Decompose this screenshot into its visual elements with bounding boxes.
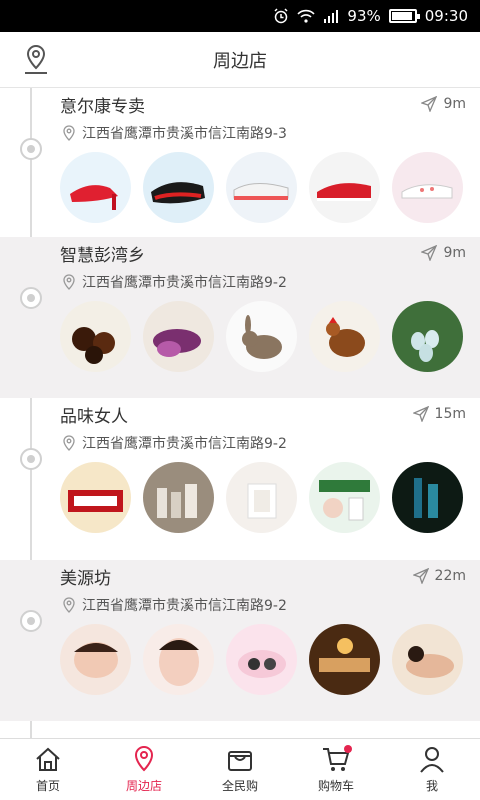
address-text: 江西省鹰潭市贵溪市信江南路9-2 xyxy=(82,436,287,452)
product-photo-rabbit[interactable] xyxy=(226,301,297,372)
product-photo-red-loafers[interactable] xyxy=(309,152,380,223)
product-photo-white-sneakers[interactable] xyxy=(226,152,297,223)
product-photo-bone-patch-poster[interactable] xyxy=(60,462,131,533)
nav-label: 周边店 xyxy=(125,779,162,793)
address: 江西省鹰潭市贵溪市信江南路9-2 xyxy=(62,595,287,615)
battery-percent: 93% xyxy=(347,7,381,25)
paper-plane-icon xyxy=(411,567,429,585)
nav-item-location-pin[interactable]: 周边店 xyxy=(96,739,192,800)
address-text: 江西省鹰潭市贵溪市信江南路9-2 xyxy=(82,598,287,614)
paper-plane-icon xyxy=(411,405,429,423)
address: 江西省鹰潭市贵溪市信江南路9-3 xyxy=(62,123,287,143)
product-photos xyxy=(60,462,463,533)
nav-item-home[interactable]: 首页 xyxy=(0,739,96,800)
product-photo-spa-room[interactable] xyxy=(309,624,380,695)
product-photo-red-high-heel-shoes[interactable] xyxy=(60,152,131,223)
product-photo-spa-stones[interactable] xyxy=(226,624,297,695)
product-photos xyxy=(60,624,463,695)
paper-plane-icon xyxy=(420,95,438,113)
nav-label: 购物车 xyxy=(317,779,354,793)
distance: 9m xyxy=(420,95,466,113)
shopping-bag-icon xyxy=(228,751,252,771)
location-pin-icon xyxy=(62,274,76,290)
shop-name: 意尔康专卖 xyxy=(60,97,145,117)
shop-list[interactable]: 意尔康专卖 9m 江西省鹰潭市贵溪市信江南路9-3 智慧彭湾乡 9m 江西省鹰潭… xyxy=(0,88,480,738)
address: 江西省鹰潭市贵溪市信江南路9-2 xyxy=(62,272,287,292)
bottom-nav: 首页 周边店 全民购 购物车 我 xyxy=(0,738,480,800)
nav-item-person[interactable]: 我 xyxy=(384,739,480,800)
product-photo-woman-face-care[interactable] xyxy=(143,624,214,695)
distance-value: 15m xyxy=(434,406,466,422)
wifi-icon xyxy=(297,9,316,23)
location-pin-icon xyxy=(134,745,154,772)
paper-plane-icon xyxy=(420,244,438,262)
header: 周边店 xyxy=(0,32,480,88)
clock: 09:30 xyxy=(424,7,468,25)
nav-item-shopping-bag[interactable]: 全民购 xyxy=(192,739,288,800)
product-photo-skincare-bottles[interactable] xyxy=(226,462,297,533)
distance: 22m xyxy=(411,567,466,585)
product-photos xyxy=(60,152,463,223)
location-pin-icon xyxy=(62,597,76,613)
product-photo-purple-sweet-potato[interactable] xyxy=(143,301,214,372)
timeline-dot xyxy=(20,287,42,309)
nav-label: 我 xyxy=(425,779,438,793)
cart-badge xyxy=(343,745,352,753)
person-icon xyxy=(420,747,444,773)
status-bar: 93% 09:30 xyxy=(0,0,480,32)
shop-card[interactable]: 意尔康专卖 9m 江西省鹰潭市贵溪市信江南路9-3 xyxy=(0,88,480,249)
shop-name: 美源坊 xyxy=(60,569,111,589)
nav-label: 首页 xyxy=(35,779,60,793)
location-pin-icon xyxy=(62,125,76,141)
address-text: 江西省鹰潭市贵溪市信江南路9-2 xyxy=(82,275,287,291)
distance-value: 9m xyxy=(443,96,466,112)
product-photo-red-black-shoes[interactable] xyxy=(143,152,214,223)
product-photo-back-massage[interactable] xyxy=(392,624,463,695)
shop-card[interactable]: 美源坊 22m 江西省鹰潭市贵溪市信江南路9-2 xyxy=(0,560,480,721)
distance-value: 22m xyxy=(434,568,466,584)
product-photo-white-flat-shoes[interactable] xyxy=(392,152,463,223)
address-text: 江西省鹰潭市贵溪市信江南路9-3 xyxy=(82,126,287,142)
product-photo-duck-eggs[interactable] xyxy=(392,301,463,372)
battery-icon xyxy=(388,9,420,23)
address: 江西省鹰潭市贵溪市信江南路9-2 xyxy=(62,433,287,453)
shop-card[interactable]: 智慧彭湾乡 9m 江西省鹰潭市贵溪市信江南路9-2 xyxy=(0,237,480,398)
product-photo-cosmetics-set[interactable] xyxy=(143,462,214,533)
shop-name: 品味女人 xyxy=(60,407,128,427)
timeline-dot xyxy=(20,610,42,632)
distance: 9m xyxy=(420,244,466,262)
location-pin-icon xyxy=(62,435,76,451)
signal-icon xyxy=(323,9,339,23)
timeline-dot xyxy=(20,138,42,160)
product-photo-chicken[interactable] xyxy=(309,301,380,372)
nav-item-cart[interactable]: 购物车 xyxy=(288,739,384,800)
map-location-icon[interactable] xyxy=(22,44,50,76)
page-title: 周边店 xyxy=(213,50,267,72)
shop-name: 智慧彭湾乡 xyxy=(60,246,145,266)
alarm-icon xyxy=(273,8,289,24)
home-icon xyxy=(36,747,60,771)
nav-label: 全民购 xyxy=(221,779,258,793)
product-photo-woman-massage[interactable] xyxy=(60,624,131,695)
product-photo-skincare-poster[interactable] xyxy=(309,462,380,533)
shop-card[interactable]: 品味女人 15m 江西省鹰潭市贵溪市信江南路9-2 xyxy=(0,398,480,559)
distance: 15m xyxy=(411,405,466,423)
product-photo-preserved-eggs[interactable] xyxy=(60,301,131,372)
distance-value: 9m xyxy=(443,245,466,261)
timeline-dot xyxy=(20,448,42,470)
product-photos xyxy=(60,301,463,372)
product-photo-serum-bottles[interactable] xyxy=(392,462,463,533)
